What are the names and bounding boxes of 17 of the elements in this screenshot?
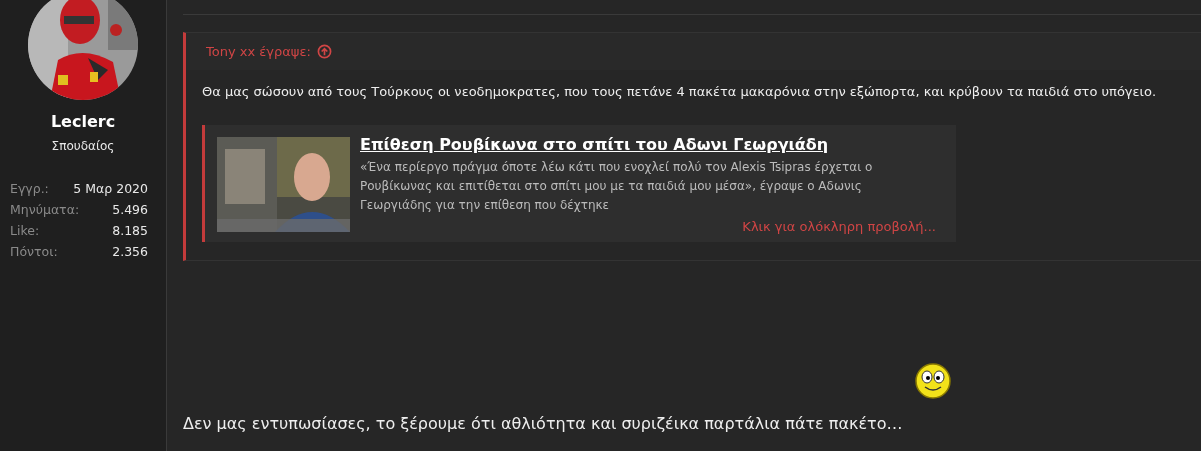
stat-value: 8.185 <box>112 222 148 240</box>
post-text: Δεν μας εντυπωσίασες, το ξέρουμε ότι αθλιότητα και συριζέικα παρτάλια πάτε πακέτο… <box>183 414 903 433</box>
user-name[interactable]: Leclerc <box>50 112 116 131</box>
article-title-link[interactable]: Επίθεση Ρουβίκωνα στο σπίτι του Αδωνι Γεωργιάδη <box>360 135 936 154</box>
article-excerpt: «Ένα περίεργο πράγμα όποτε λέω κάτι που ενοχλεί πολύ τον Alexis Tsipras έρχεται ο Ρουβίκωνας και επιτίθεται στο σπίτι μου με τα παιδιά μου μέσα», έγραψε ο Αδωνις Γεωργιάδης για την επίθεση που δέχτηκε <box>360 159 874 214</box>
stat-value: 5.496 <box>112 201 148 219</box>
stat-label: Μηνύματα: <box>10 201 80 219</box>
stat-label: Πόντοι: <box>10 243 58 261</box>
smiley-icon <box>914 362 952 400</box>
quote-text: Θα μας σώσουν από τους Τούρκους οι νεοδημοκρατες, που τους πετάνε 4 πακέτα μακαρόνια στην εξώπορτα, και κρύβουν τα παιδιά στο υπόγειο. <box>202 84 1158 99</box>
stat-label: Like: <box>10 222 40 240</box>
stat-label: Εγγρ.: <box>10 180 49 198</box>
link-preview[interactable] <box>202 125 956 242</box>
stat-value: 5 Μαρ 2020 <box>73 180 148 198</box>
arrow-up-icon[interactable] <box>316 44 332 59</box>
stat-value: 2.356 <box>112 243 148 261</box>
user-rank: Σπουδαίος <box>51 139 115 153</box>
